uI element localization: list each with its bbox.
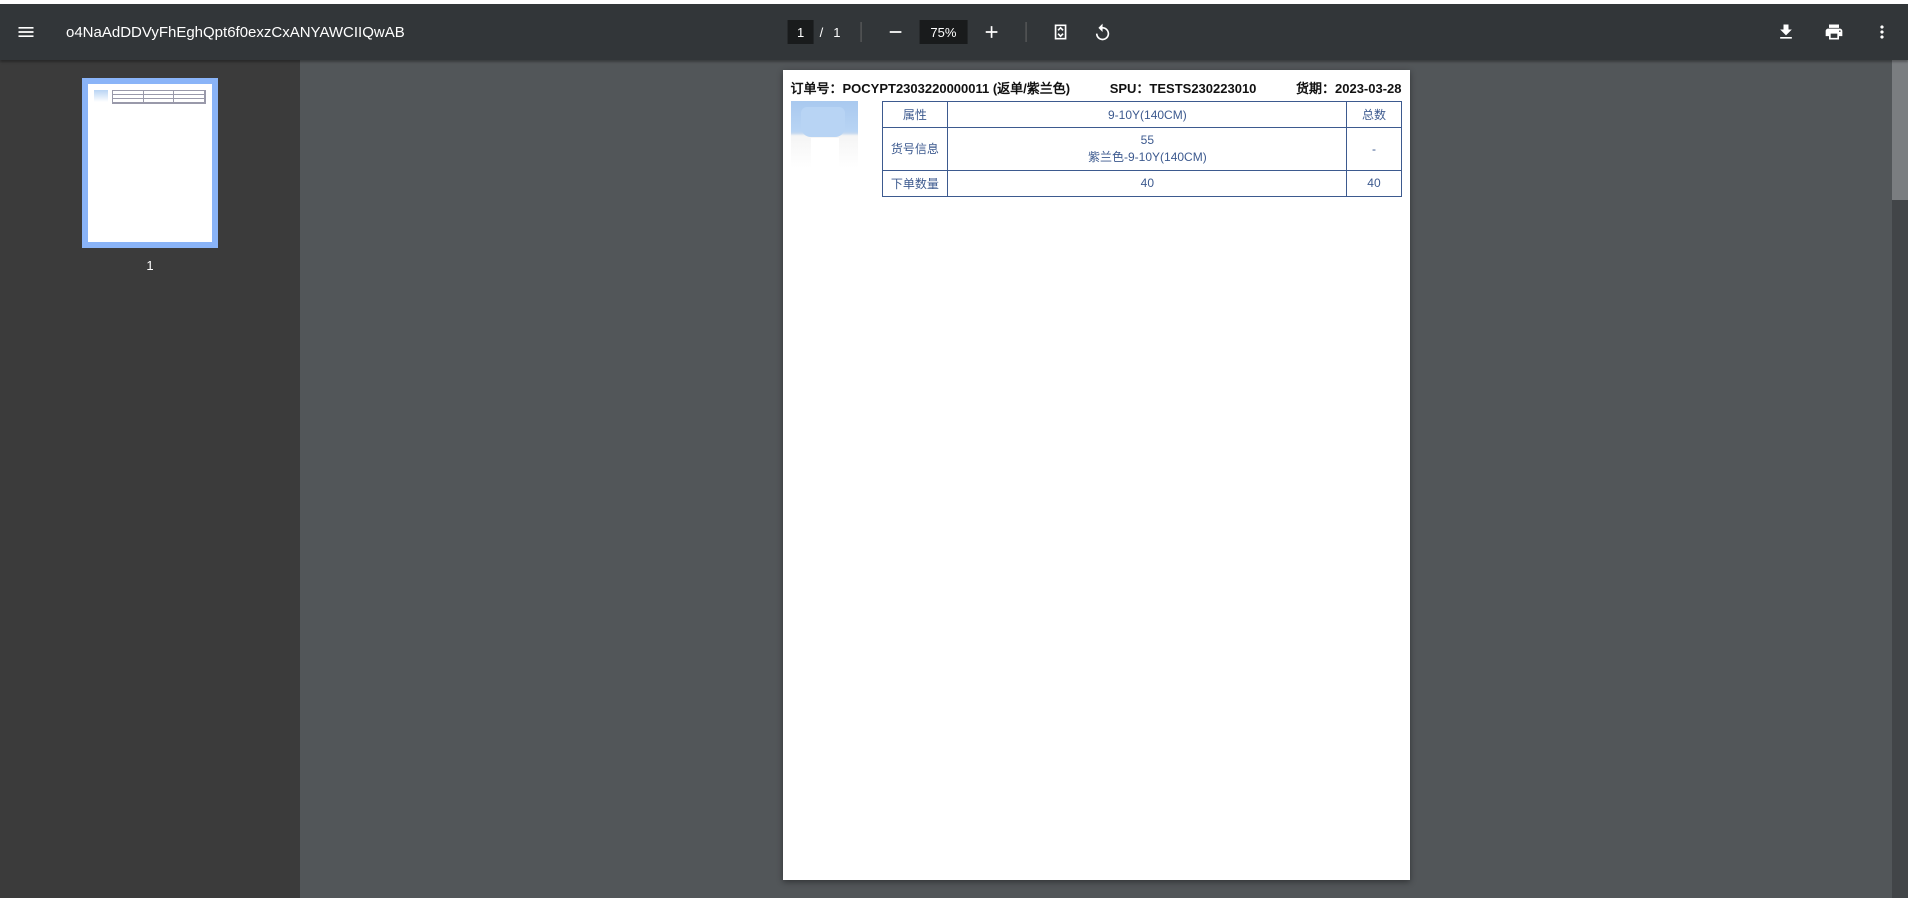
print-button[interactable] [1816,14,1852,50]
product-image [791,101,858,168]
table-row: 下单数量 40 40 [882,170,1401,196]
fit-page-button[interactable] [1042,14,1078,50]
page-number-input[interactable] [788,20,814,44]
page-thumbnail[interactable] [82,78,218,248]
thumbnail-sidebar[interactable]: 1 [0,60,300,898]
spu-code: SPU：TESTS230223010 [1110,78,1257,97]
scrollbar-thumb[interactable] [1892,60,1908,200]
pdf-viewer: o4NaAdDDVyFhEghQpt6f0exzCxANYAWCIIQwAB /… [0,4,1908,898]
menu-button[interactable] [8,14,44,50]
order-number: 订单号：POCYPT2303220000011 (返单/紫兰色) [791,78,1071,97]
attr-value: 9-10Y(140CM) [948,102,1347,128]
print-icon [1824,22,1844,42]
sku-total: - [1347,128,1401,171]
thumbnail-page-number: 1 [146,258,153,273]
pdf-page: 订单号：POCYPT2303220000011 (返单/紫兰色) SPU：TES… [783,70,1410,880]
main-area: 1 订单号：POCYPT2303220000011 (返单/紫兰色) SPU：T… [0,60,1908,898]
pdf-toolbar: o4NaAdDDVyFhEghQpt6f0exzCxANYAWCIIQwAB /… [0,4,1908,60]
qty-label: 下单数量 [882,170,948,196]
rotate-icon [1092,22,1112,42]
toolbar-divider [1025,22,1026,42]
zoom-in-button[interactable] [973,14,1009,50]
more-button[interactable] [1864,14,1900,50]
sku-label: 货号信息 [882,128,948,171]
table-row: 货号信息 55 紫兰色-9-10Y(140CM) - [882,128,1401,171]
sku-value: 55 紫兰色-9-10Y(140CM) [948,128,1347,171]
document-filename: o4NaAdDDVyFhEghQpt6f0exzCxANYAWCIIQwAB [66,24,405,41]
zoom-out-button[interactable] [877,14,913,50]
delivery-date: 货期：2023-03-28 [1296,78,1402,97]
rotate-button[interactable] [1084,14,1120,50]
attr-label: 属性 [882,102,948,128]
toolbar-divider [860,22,861,42]
hamburger-icon [16,22,36,42]
qty-value: 40 [948,170,1347,196]
download-button[interactable] [1768,14,1804,50]
plus-icon [981,22,1001,42]
vertical-scrollbar[interactable] [1892,60,1908,898]
minus-icon [885,22,905,42]
page-total: 1 [829,25,844,40]
order-table: 属性 9-10Y(140CM) 总数 货号信息 55 紫兰色-9-10Y(140… [882,101,1402,197]
page-slash: / [820,25,824,40]
page-viewport[interactable]: 订单号：POCYPT2303220000011 (返单/紫兰色) SPU：TES… [300,60,1892,898]
download-icon [1776,22,1796,42]
total-header: 总数 [1347,102,1401,128]
thumbnail-item[interactable]: 1 [82,78,218,273]
zoom-level[interactable]: 75% [919,20,967,44]
sku-line2: 紫兰色-9-10Y(140CM) [956,149,1338,166]
document-body: 属性 9-10Y(140CM) 总数 货号信息 55 紫兰色-9-10Y(140… [783,101,1410,197]
table-row: 属性 9-10Y(140CM) 总数 [882,102,1401,128]
fit-icon [1050,22,1070,42]
more-vert-icon [1872,22,1892,42]
sku-line1: 55 [956,132,1338,149]
document-header: 订单号：POCYPT2303220000011 (返单/紫兰色) SPU：TES… [783,70,1410,101]
qty-total: 40 [1347,170,1401,196]
